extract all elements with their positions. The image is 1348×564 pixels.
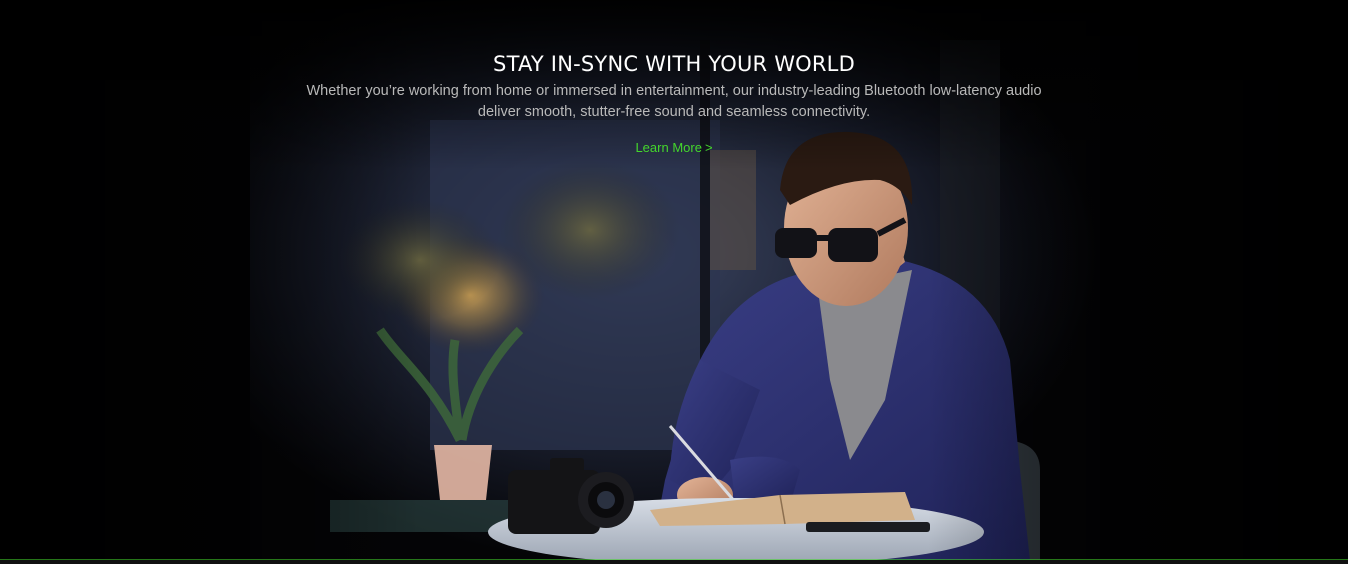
hero-description: Whether you’re working from home or imme…	[306, 83, 1042, 120]
learn-more-label: Learn More	[635, 140, 702, 155]
bottom-strip	[0, 560, 1348, 564]
hero-section: STAY IN-SYNC WITH YOUR WORLD Whether you…	[0, 0, 1348, 564]
chevron-right-icon: >	[704, 140, 713, 155]
hero-title: STAY IN-SYNC WITH YOUR WORLD	[493, 52, 855, 76]
learn-more-link[interactable]: Learn More >	[635, 140, 712, 155]
hero-text-block: STAY IN-SYNC WITH YOUR WORLD Whether you…	[0, 48, 1348, 157]
